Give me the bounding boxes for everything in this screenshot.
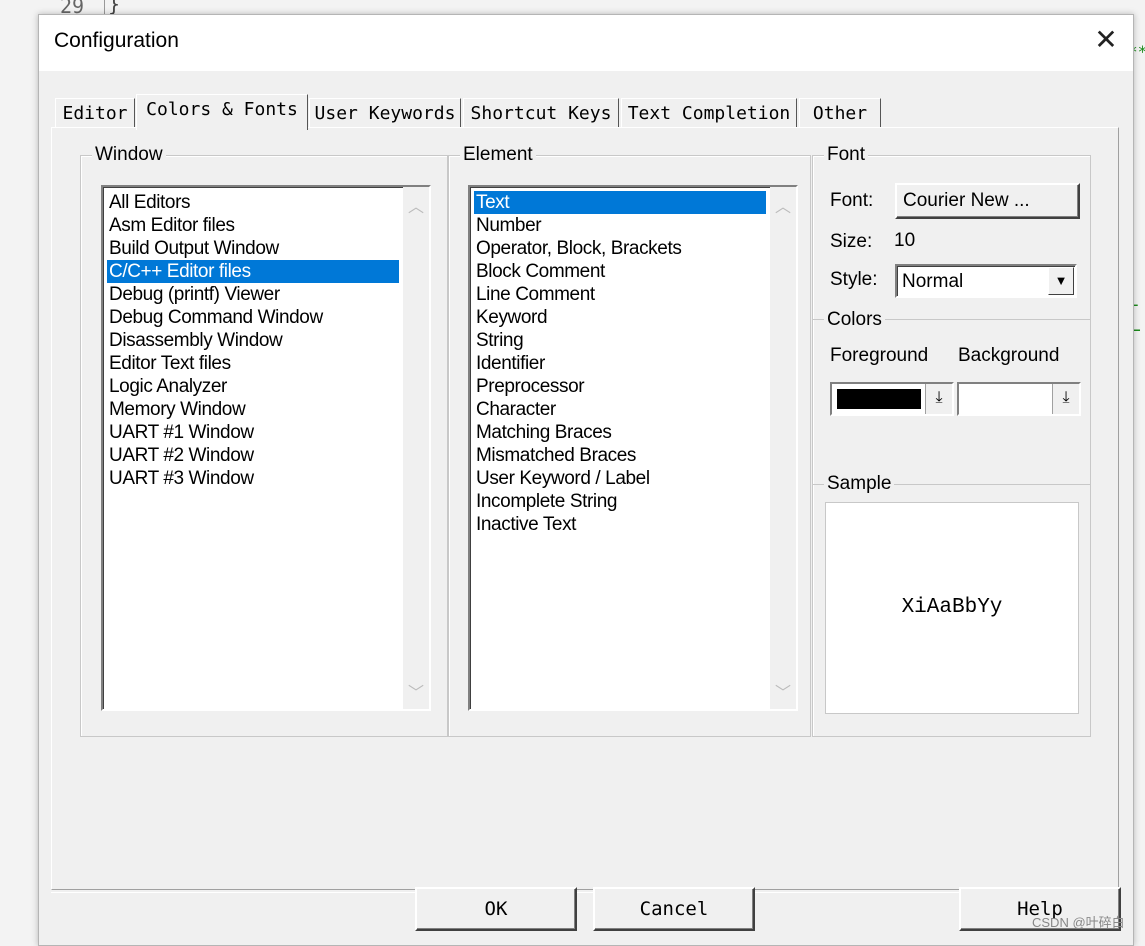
close-icon[interactable]: ✕ xyxy=(1091,25,1121,55)
window-list-scrollbar[interactable]: ︿ ﹀ xyxy=(403,187,429,709)
list-item[interactable]: Memory Window xyxy=(107,398,246,421)
list-item[interactable]: User Keyword / Label xyxy=(474,467,650,490)
list-item[interactable]: Debug (printf) Viewer xyxy=(107,283,280,306)
chevron-down-icon[interactable]: ﹀ xyxy=(770,679,796,703)
window-group-label: Window xyxy=(92,144,166,166)
font-label: Font: xyxy=(830,190,874,211)
sample-preview: XiAaBbYy xyxy=(825,502,1079,714)
window-listbox[interactable]: All Editors Asm Editor files Build Outpu… xyxy=(101,185,431,711)
list-item[interactable]: Preprocessor xyxy=(474,375,585,398)
list-item[interactable]: Disassembly Window xyxy=(107,329,283,352)
colors-group-label: Colors xyxy=(824,309,885,331)
background-label: Background xyxy=(958,345,1060,366)
title-bar[interactable]: Configuration ✕ xyxy=(39,15,1133,71)
list-item[interactable]: UART #2 Window xyxy=(107,444,254,467)
list-item[interactable]: UART #1 Window xyxy=(107,421,254,444)
style-label: Style: xyxy=(830,269,878,290)
chevron-down-icon[interactable]: ﹀ xyxy=(403,679,429,703)
list-item[interactable]: Block Comment xyxy=(474,260,605,283)
size-value: 10 xyxy=(894,230,916,251)
dialog-title: Configuration xyxy=(54,29,179,52)
list-item[interactable]: All Editors xyxy=(107,191,191,214)
font-select-button[interactable]: Courier New ... xyxy=(895,183,1080,219)
element-listbox[interactable]: Text Number Operator, Block, Brackets Bl… xyxy=(468,185,798,711)
background-color-picker[interactable]: ⤓ xyxy=(957,382,1081,416)
chevron-up-icon[interactable]: ︿ xyxy=(770,193,796,217)
background-color-swatch xyxy=(964,389,1048,409)
tab-colors-fonts[interactable]: Colors & Fonts xyxy=(136,94,308,130)
list-item[interactable]: Debug Command Window xyxy=(107,306,323,329)
list-item[interactable]: Identifier xyxy=(474,352,545,375)
sample-text: XiAaBbYy xyxy=(901,596,1003,619)
list-item[interactable]: Asm Editor files xyxy=(107,214,235,237)
size-label: Size: xyxy=(830,231,873,252)
font-group-label: Font xyxy=(824,144,869,166)
list-item[interactable]: Mismatched Braces xyxy=(474,444,636,467)
style-dropdown[interactable]: Normal ▼ xyxy=(895,264,1077,298)
configuration-dialog: Configuration ✕ Editor Colors & Fonts Us… xyxy=(38,14,1134,946)
foreground-color-picker[interactable]: ⤓ xyxy=(830,382,954,416)
tab-text-completion[interactable]: Text Completion xyxy=(621,98,797,128)
ok-button[interactable]: OK xyxy=(415,887,577,931)
arrow-down-icon[interactable]: ⤓ xyxy=(1052,384,1079,414)
chevron-up-icon[interactable]: ︿ xyxy=(403,193,429,217)
list-item[interactable]: Logic Analyzer xyxy=(107,375,227,398)
list-item[interactable]: Editor Text files xyxy=(107,352,231,375)
list-item-selected[interactable]: C/C++ Editor files xyxy=(107,260,399,283)
list-item[interactable]: UART #3 Window xyxy=(107,467,254,490)
cancel-button[interactable]: Cancel xyxy=(593,887,755,931)
foreground-label: Foreground xyxy=(830,345,929,366)
element-group-label: Element xyxy=(460,144,536,166)
list-item[interactable]: Line Comment xyxy=(474,283,595,306)
tab-other[interactable]: Other xyxy=(799,98,881,128)
arrow-down-icon[interactable]: ⤓ xyxy=(925,384,952,414)
tab-shortcut-keys[interactable]: Shortcut Keys xyxy=(463,98,619,128)
list-item[interactable]: Keyword xyxy=(474,306,548,329)
triangle-down-icon[interactable]: ▼ xyxy=(1048,267,1074,295)
tab-user-keywords[interactable]: User Keywords xyxy=(309,98,461,128)
list-item[interactable]: Character xyxy=(474,398,556,421)
list-item[interactable]: Number xyxy=(474,214,542,237)
list-item[interactable]: Build Output Window xyxy=(107,237,279,260)
tab-editor[interactable]: Editor xyxy=(55,98,135,128)
list-item[interactable]: Inactive Text xyxy=(474,513,576,536)
list-item[interactable]: String xyxy=(474,329,524,352)
list-item-selected[interactable]: Text xyxy=(474,191,766,214)
sample-group-label: Sample xyxy=(824,473,895,495)
element-list-scrollbar[interactable]: ︿ ﹀ xyxy=(770,187,796,709)
list-item[interactable]: Matching Braces xyxy=(474,421,612,444)
watermark: CSDN @叶碎白 xyxy=(1032,915,1125,930)
list-item[interactable]: Incomplete String xyxy=(474,490,617,513)
foreground-color-swatch xyxy=(837,389,921,409)
list-item[interactable]: Operator, Block, Brackets xyxy=(474,237,682,260)
style-dropdown-value: Normal xyxy=(902,271,964,292)
